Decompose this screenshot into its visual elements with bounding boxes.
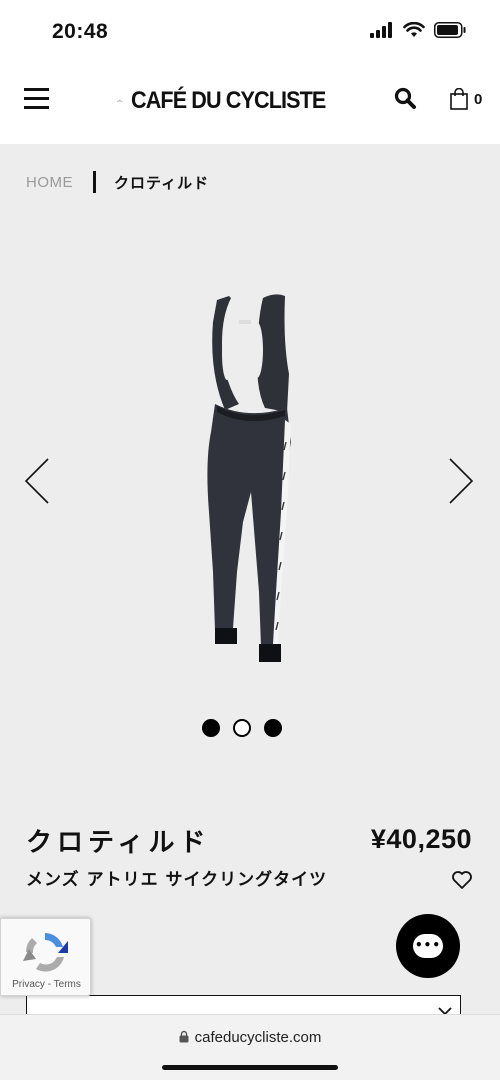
- pagination-dot[interactable]: [264, 719, 282, 737]
- status-time: 20:48: [52, 20, 109, 43]
- product-gallery[interactable]: [0, 200, 500, 760]
- status-icons: [370, 22, 466, 38]
- cart-count: 0: [474, 90, 483, 108]
- shopping-bag-icon: [450, 88, 468, 110]
- breadcrumb: HOME クロティルド: [26, 170, 209, 194]
- recaptcha-badge[interactable]: Privacy - Terms: [0, 918, 91, 996]
- flying-fish-icon: [117, 99, 123, 103]
- pagination-dot[interactable]: [202, 719, 220, 737]
- menu-button[interactable]: [24, 88, 50, 110]
- heart-icon[interactable]: [451, 870, 473, 890]
- browser-url-bar[interactable]: cafeducycliste.com: [0, 1014, 500, 1080]
- product-subtitle: メンズ アトリエ サイクリングタイツ: [26, 870, 328, 890]
- recaptcha-icon: [23, 933, 68, 972]
- recaptcha-terms-link[interactable]: Terms: [54, 979, 81, 990]
- recaptcha-links: Privacy - Terms: [1, 979, 92, 990]
- search-button[interactable]: [393, 86, 419, 112]
- site-header: CAFÉ DU CYCLISTE 0: [0, 64, 500, 144]
- recaptcha-separator: -: [44, 979, 54, 990]
- recaptcha-privacy-link[interactable]: Privacy: [12, 979, 45, 990]
- chevron-left-icon[interactable]: [22, 456, 52, 506]
- product-title: クロティルド: [26, 828, 211, 858]
- hamburger-icon: [24, 88, 49, 91]
- battery-icon: [434, 22, 466, 38]
- gallery-pagination: [202, 719, 282, 737]
- search-icon: [394, 87, 416, 109]
- chevron-right-icon[interactable]: [446, 456, 476, 506]
- wifi-icon: [403, 22, 425, 37]
- status-bar: 20:48: [0, 0, 500, 64]
- lock-icon: [179, 1030, 189, 1043]
- product-price: ¥40,250: [370, 824, 472, 854]
- chat-button[interactable]: •••: [396, 914, 460, 978]
- product-image: [207, 294, 291, 662]
- cart-button[interactable]: 0: [450, 86, 490, 112]
- brand-logo[interactable]: CAFÉ DU CYCLISTE: [117, 76, 347, 126]
- brand-name: CAFÉ DU CYCLISTE: [130, 87, 326, 114]
- breadcrumb-home-link[interactable]: HOME: [26, 174, 73, 191]
- home-indicator: [162, 1065, 338, 1070]
- chat-bubble-icon: •••: [413, 934, 443, 958]
- url-text: cafeducycliste.com: [194, 1029, 322, 1046]
- cellular-signal-icon: [370, 22, 392, 38]
- pagination-dot-active[interactable]: [233, 719, 251, 737]
- breadcrumb-current: クロティルド: [114, 174, 210, 192]
- breadcrumb-separator: [93, 171, 96, 193]
